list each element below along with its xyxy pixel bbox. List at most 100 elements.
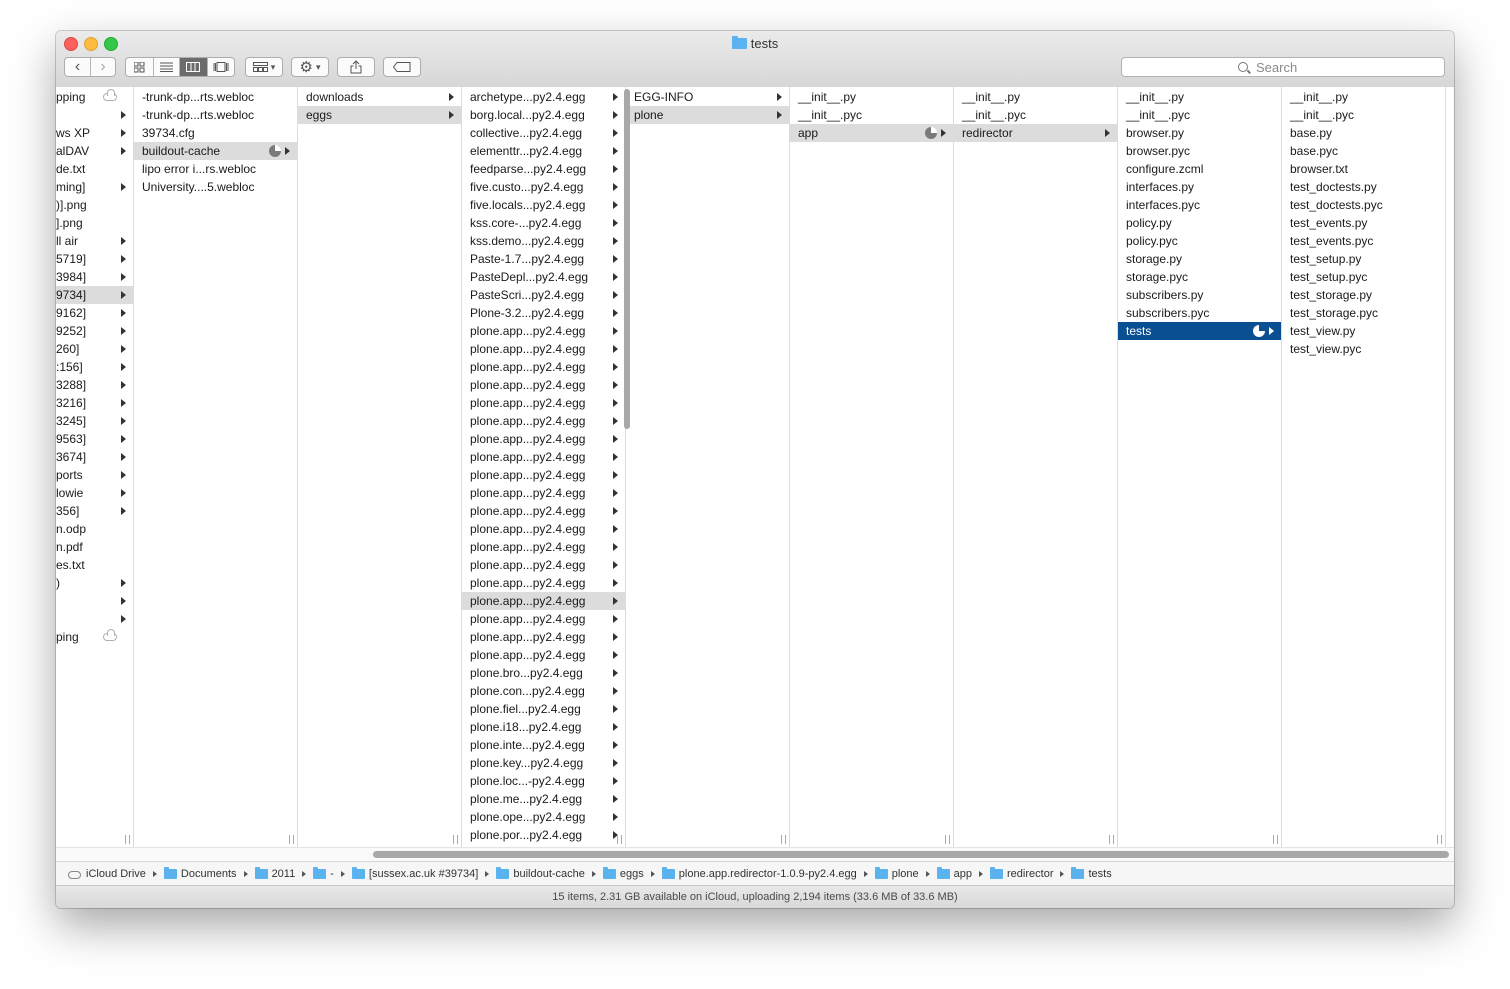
icon-view-button[interactable] — [126, 58, 153, 76]
list-item[interactable]: five.custo...py2.4.egg — [462, 178, 625, 196]
list-item[interactable]: __init__.pyc — [1282, 106, 1445, 124]
list-item[interactable]: plone.app...py2.4.egg — [462, 628, 625, 646]
share-button[interactable] — [337, 57, 375, 77]
list-item[interactable]: test_view.py — [1282, 322, 1445, 340]
list-item[interactable]: collective...py2.4.egg — [462, 124, 625, 142]
list-item[interactable]: feedparse...py2.4.egg — [462, 160, 625, 178]
list-item[interactable]: plone.i18...py2.4.egg — [462, 718, 625, 736]
list-item[interactable]: test_setup.py — [1282, 250, 1445, 268]
list-item[interactable]: 260] — [56, 340, 133, 358]
list-item[interactable]: plone.ope...py2.4.egg — [462, 808, 625, 826]
list-item[interactable]: ws XP — [56, 124, 133, 142]
list-item[interactable]: 3674] — [56, 448, 133, 466]
list-item[interactable]: redirector — [954, 124, 1117, 142]
list-item[interactable]: alDAV — [56, 142, 133, 160]
list-item[interactable]: plone.app...py2.4.egg — [462, 466, 625, 484]
list-item[interactable]: 9252] — [56, 322, 133, 340]
list-item[interactable]: configure.zcml — [1118, 160, 1281, 178]
list-item[interactable]: __init__.py — [790, 88, 953, 106]
forward-button[interactable]: › — [89, 58, 115, 76]
list-item[interactable]: storage.py — [1118, 250, 1281, 268]
list-item[interactable]: eggs — [298, 106, 461, 124]
column-resize-handle[interactable] — [781, 835, 786, 844]
group-by-button[interactable]: ▾ — [245, 57, 283, 77]
list-item[interactable]: downloads — [298, 88, 461, 106]
column-resize-handle[interactable] — [1109, 835, 1114, 844]
column-resize-handle[interactable] — [453, 835, 458, 844]
breadcrumb-item[interactable]: app — [936, 866, 990, 880]
list-item[interactable]: 9734] — [56, 286, 133, 304]
breadcrumb-item[interactable]: buildout-cache — [496, 866, 603, 880]
list-item[interactable]: 3216] — [56, 394, 133, 412]
list-item[interactable]: EGG-INFO — [626, 88, 789, 106]
list-item[interactable]: 39734.cfg — [134, 124, 297, 142]
column-resize-handle[interactable] — [1273, 835, 1278, 844]
list-item[interactable]: plone — [626, 106, 789, 124]
list-item[interactable]: test_doctests.py — [1282, 178, 1445, 196]
breadcrumb-item[interactable]: plone.app.redirector-1.0.9-py2.4.egg — [661, 866, 875, 880]
list-item[interactable]: lowie — [56, 484, 133, 502]
breadcrumb-item[interactable]: iCloud Drive — [68, 868, 164, 880]
back-button[interactable]: ‹ — [65, 58, 90, 76]
column-view-button[interactable] — [179, 58, 207, 76]
list-item[interactable]: 3288] — [56, 376, 133, 394]
list-item[interactable]: plone.app...py2.4.egg — [462, 358, 625, 376]
list-item[interactable]: Plone-3.2...py2.4.egg — [462, 304, 625, 322]
list-item[interactable]: browser.py — [1118, 124, 1281, 142]
list-item[interactable]: five.locals...py2.4.egg — [462, 196, 625, 214]
list-item[interactable]: 9162] — [56, 304, 133, 322]
list-item[interactable]: 5719] — [56, 250, 133, 268]
list-item[interactable]: 356] — [56, 502, 133, 520]
column-resize-handle[interactable] — [617, 835, 622, 844]
action-button[interactable]: ⚙ ▾ — [291, 57, 329, 77]
list-item[interactable]: 9563] — [56, 430, 133, 448]
list-item[interactable]: test_doctests.pyc — [1282, 196, 1445, 214]
list-item[interactable]: __init__.py — [1118, 88, 1281, 106]
list-item[interactable]: plone.app...py2.4.egg — [462, 394, 625, 412]
cover-flow-view-button[interactable] — [206, 58, 235, 76]
list-item[interactable]: de.txt — [56, 160, 133, 178]
list-item[interactable]: ll air — [56, 232, 133, 250]
list-item[interactable]: plone.me...py2.4.egg — [462, 790, 625, 808]
list-item[interactable]: __init__.py — [954, 88, 1117, 106]
list-item[interactable]: plone.key...py2.4.egg — [462, 754, 625, 772]
list-item[interactable]: plone.app...py2.4.egg — [462, 430, 625, 448]
list-item[interactable]: test_events.py — [1282, 214, 1445, 232]
list-item[interactable]: -trunk-dp...rts.webloc — [134, 88, 297, 106]
list-item[interactable]: test_storage.py — [1282, 286, 1445, 304]
list-item[interactable]: ].png — [56, 214, 133, 232]
list-item[interactable]: test_events.pyc — [1282, 232, 1445, 250]
list-item[interactable]: ping — [56, 628, 133, 646]
list-item[interactable] — [56, 610, 133, 628]
breadcrumb-item[interactable]: 2011 — [254, 866, 314, 880]
list-item[interactable]: __init__.pyc — [790, 106, 953, 124]
list-item[interactable]: plone.por...py2.4.egg — [462, 826, 625, 844]
list-item[interactable]: plone.app...py2.4.egg — [462, 448, 625, 466]
horizontal-scrollbar[interactable] — [56, 847, 1454, 861]
list-item[interactable]: 3984] — [56, 268, 133, 286]
list-item[interactable]: interfaces.pyc — [1118, 196, 1281, 214]
list-item[interactable]: plone.app...py2.4.egg — [462, 520, 625, 538]
list-item[interactable] — [56, 106, 133, 124]
breadcrumb-item[interactable]: plone — [874, 866, 937, 880]
list-item[interactable]: Paste-1.7...py2.4.egg — [462, 250, 625, 268]
list-item[interactable]: buildout-cache — [134, 142, 297, 160]
list-item[interactable]: elementtr...py2.4.egg — [462, 142, 625, 160]
list-item[interactable]: app — [790, 124, 953, 142]
search-field[interactable] — [1121, 57, 1445, 77]
list-item[interactable]: policy.pyc — [1118, 232, 1281, 250]
breadcrumb-item[interactable]: [sussex.ac.uk #39734] — [351, 866, 496, 880]
breadcrumb-item[interactable]: redirector — [990, 866, 1071, 880]
list-item[interactable]: ports — [56, 466, 133, 484]
list-item[interactable]: __init__.py — [1282, 88, 1445, 106]
column-resize-handle[interactable] — [1437, 835, 1442, 844]
list-item[interactable]: plone.app...py2.4.egg — [462, 574, 625, 592]
column-resize-handle[interactable] — [945, 835, 950, 844]
list-item[interactable]: 3245] — [56, 412, 133, 430]
list-item[interactable]: plone.app...py2.4.egg — [462, 610, 625, 628]
list-item[interactable]: tests — [1118, 322, 1281, 340]
list-item[interactable]: n.pdf — [56, 538, 133, 556]
list-item[interactable]: plone.app...py2.4.egg — [462, 502, 625, 520]
list-item[interactable]: plone.app...py2.4.egg — [462, 646, 625, 664]
breadcrumb-item[interactable]: eggs — [602, 866, 662, 880]
